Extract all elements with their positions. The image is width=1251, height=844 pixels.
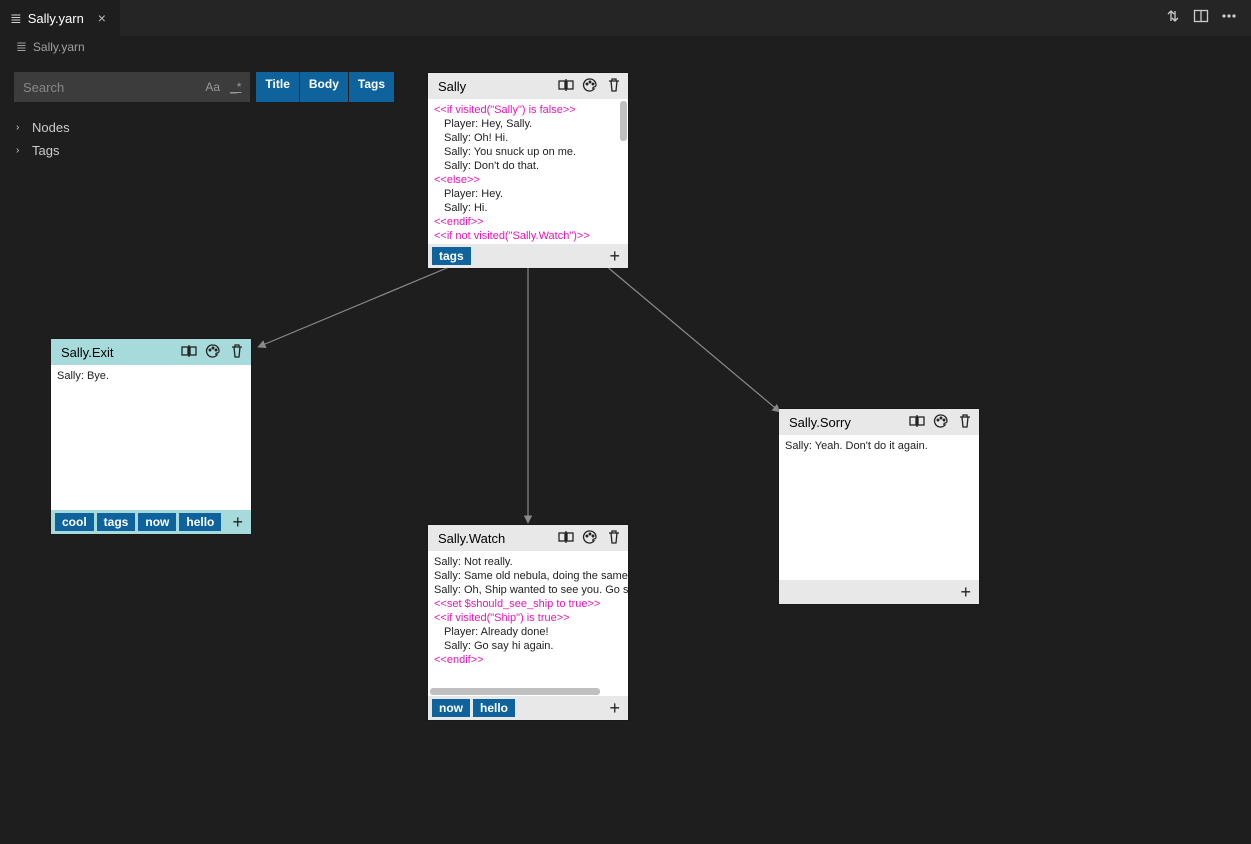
- trash-icon[interactable]: [957, 413, 973, 432]
- dialogue-line: <<set $should_see_ship to true>>: [434, 597, 622, 611]
- dialogue-line: <<endif>>: [434, 215, 622, 229]
- dialogue-line: <<endif>>: [434, 653, 622, 667]
- node-header[interactable]: Sally: [428, 73, 628, 99]
- tab-label: Sally.yarn: [28, 11, 84, 26]
- trash-icon[interactable]: [606, 529, 622, 548]
- tag-chip[interactable]: now: [432, 699, 470, 717]
- node-header[interactable]: Sally.Watch: [428, 525, 628, 551]
- edge-sally-to-exit: [258, 265, 454, 347]
- file-icon: ≣: [10, 10, 22, 27]
- match-whole-icon[interactable]: _*: [228, 80, 243, 94]
- node-body[interactable]: Sally: Not really.Sally: Same old nebula…: [428, 551, 628, 696]
- tag-chip[interactable]: tags: [432, 247, 471, 265]
- file-icon: ≣: [16, 39, 27, 55]
- tree-tags[interactable]: › Tags: [14, 139, 394, 162]
- rename-icon[interactable]: [909, 413, 925, 432]
- dialogue-line: Sally: Same old nebula, doing the same o…: [434, 569, 622, 583]
- node-title: Sally: [434, 79, 558, 94]
- color-icon[interactable]: [933, 413, 949, 432]
- outline-tree: › Nodes › Tags: [14, 116, 394, 162]
- chevron-right-icon: ›: [16, 145, 28, 156]
- tag-chip[interactable]: hello: [473, 699, 515, 717]
- rename-icon[interactable]: [558, 529, 574, 548]
- node-body[interactable]: <<if visited("Sally") is false>>Player: …: [428, 99, 628, 244]
- dialogue-line: <<else>>: [434, 173, 622, 187]
- node-footer: cool tags now hello +: [51, 510, 251, 534]
- dialogue-line: <<if visited("Sally") is false>>: [434, 103, 622, 117]
- tag-chip[interactable]: now: [138, 513, 176, 531]
- tree-label: Nodes: [32, 120, 70, 135]
- add-tag-button[interactable]: +: [609, 698, 624, 719]
- add-tag-button[interactable]: +: [232, 512, 247, 533]
- node-title: Sally.Sorry: [785, 415, 909, 430]
- node-header[interactable]: Sally.Exit: [51, 339, 251, 365]
- tag-chip[interactable]: tags: [97, 513, 136, 531]
- tree-nodes[interactable]: › Nodes: [14, 116, 394, 139]
- filter-pills: Title Body Tags: [256, 72, 394, 102]
- tag-chip[interactable]: cool: [55, 513, 94, 531]
- color-icon[interactable]: [582, 529, 598, 548]
- search-input[interactable]: [23, 80, 203, 95]
- node-body[interactable]: Sally: Bye.: [51, 365, 251, 510]
- dialogue-line: Sally: Not really.: [434, 555, 622, 569]
- filter-title[interactable]: Title: [256, 72, 299, 102]
- filter-body[interactable]: Body: [300, 72, 349, 102]
- scrollbar-thumb[interactable]: [430, 688, 600, 695]
- node-sally-sorry[interactable]: Sally.Sorry Sally: Yeah. Don't do it aga…: [779, 409, 979, 604]
- compare-icon[interactable]: [1165, 8, 1181, 29]
- node-sally-exit[interactable]: Sally.Exit Sally: Bye. cool tags now hel…: [51, 339, 251, 534]
- dialogue-line: Sally: Bye.: [57, 369, 245, 383]
- dialogue-line: Player: Already done!: [434, 625, 622, 639]
- sidebar: Aa _* Title Body Tags › Nodes › Tags: [14, 72, 394, 162]
- dialogue-line: Sally: Oh, Ship wanted to see you. Go sa…: [434, 583, 622, 597]
- chevron-right-icon: ›: [16, 122, 28, 133]
- match-case-icon[interactable]: Aa: [203, 80, 222, 94]
- node-title: Sally.Exit: [57, 345, 181, 360]
- node-title: Sally.Watch: [434, 531, 558, 546]
- graph-canvas[interactable]: Sally <<if visited("Sally") is false>>Pl…: [0, 58, 1251, 844]
- dialogue-line: Player: Hey.: [434, 187, 622, 201]
- color-icon[interactable]: [582, 77, 598, 96]
- node-footer: tags +: [428, 244, 628, 268]
- dialogue-line: Sally: Oh! Hi.: [434, 131, 622, 145]
- tab-bar: ≣ Sally.yarn ×: [0, 0, 1251, 36]
- dialogue-line: <<if visited("Ship") is true>>: [434, 611, 622, 625]
- trash-icon[interactable]: [229, 343, 245, 362]
- dialogue-line: <<if not visited("Sally.Watch")>>: [434, 229, 622, 243]
- close-icon[interactable]: ×: [94, 10, 110, 26]
- color-icon[interactable]: [205, 343, 221, 362]
- trash-icon[interactable]: [606, 77, 622, 96]
- node-sally-watch[interactable]: Sally.Watch Sally: Not really.Sally: Sam…: [428, 525, 628, 720]
- edge-sally-to-sorry: [605, 265, 780, 412]
- node-header[interactable]: Sally.Sorry: [779, 409, 979, 435]
- dialogue-line: Sally: Go say hi again.: [434, 639, 622, 653]
- dialogue-line: Player: Hey, Sally.: [434, 117, 622, 131]
- tree-label: Tags: [32, 143, 59, 158]
- scrollbar-thumb[interactable]: [620, 101, 627, 141]
- node-footer: now hello +: [428, 696, 628, 720]
- node-footer: +: [779, 580, 979, 604]
- node-sally[interactable]: Sally <<if visited("Sally") is false>>Pl…: [428, 73, 628, 268]
- breadcrumb[interactable]: ≣ Sally.yarn: [0, 36, 1251, 58]
- tag-chip[interactable]: hello: [179, 513, 221, 531]
- dialogue-line: Sally: Don't do that.: [434, 159, 622, 173]
- dialogue-line: Sally: You snuck up on me.: [434, 145, 622, 159]
- add-tag-button[interactable]: +: [960, 582, 975, 603]
- rename-icon[interactable]: [558, 77, 574, 96]
- dialogue-line: Sally: Yeah. Don't do it again.: [785, 439, 973, 453]
- node-body[interactable]: Sally: Yeah. Don't do it again.: [779, 435, 979, 580]
- more-icon[interactable]: [1221, 8, 1237, 29]
- search-box[interactable]: Aa _*: [14, 72, 250, 102]
- tab-sally-yarn[interactable]: ≣ Sally.yarn ×: [0, 0, 121, 36]
- rename-icon[interactable]: [181, 343, 197, 362]
- split-editor-icon[interactable]: [1193, 8, 1209, 29]
- dialogue-line: Sally: Hi.: [434, 201, 622, 215]
- breadcrumb-file: Sally.yarn: [33, 40, 85, 54]
- filter-tags[interactable]: Tags: [349, 72, 394, 102]
- add-tag-button[interactable]: +: [609, 246, 624, 267]
